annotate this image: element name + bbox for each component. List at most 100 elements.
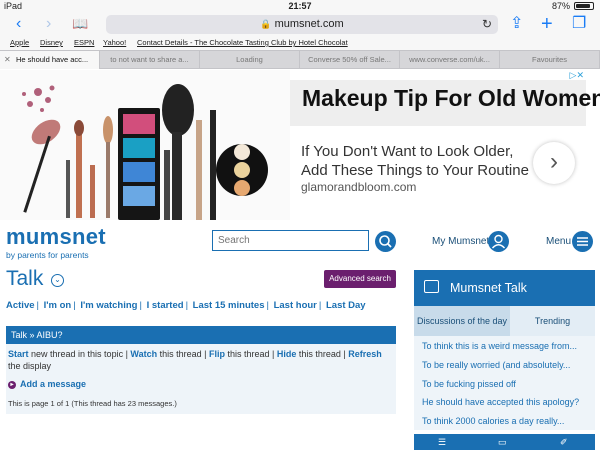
tab-active[interactable]: ✕ He should have acc... (0, 51, 100, 69)
bookmarks-icon[interactable]: 📖 (72, 15, 88, 33)
filter-started[interactable]: I started (147, 300, 184, 311)
sidebar-tabs: Discussions of the day Trending (414, 306, 595, 336)
status-right: 87% (552, 1, 594, 11)
battery-icon (574, 2, 594, 10)
tab-bar: ✕ He should have acc... to not want to s… (0, 50, 600, 69)
separator: | (185, 300, 189, 311)
ad-domain[interactable]: glamorandbloom.com (301, 180, 416, 194)
search-button[interactable] (375, 231, 396, 252)
refresh-text: the display (8, 361, 52, 371)
filter-15-min[interactable]: Last 15 minutes (193, 300, 265, 311)
search-icon (379, 235, 392, 248)
refresh-link[interactable]: Refresh (348, 349, 382, 359)
bookmark-chocolate[interactable]: Contact Details - The Chocolate Tasting … (137, 38, 348, 47)
bookmark-apple[interactable]: Apple (10, 38, 29, 47)
sidebar-list: To think this is a weird message from...… (414, 336, 595, 430)
speech-bubble-icon (424, 280, 439, 293)
list-item[interactable]: To be really worried (and absolutely... (422, 361, 587, 370)
url-text: mumsnet.com (274, 18, 344, 30)
start-thread-link[interactable]: Start (8, 349, 29, 359)
sidebar-header: Mumsnet Talk (414, 270, 595, 306)
share-icon[interactable]: ⇪ (510, 15, 523, 33)
list-item[interactable]: To think 2000 calories a day really... (422, 417, 587, 426)
chevron-down-icon[interactable]: ⌄ (51, 274, 64, 287)
watch-thread-link[interactable]: Watch (130, 349, 157, 359)
thread-controls: Start new thread in this topic | Watch t… (6, 344, 396, 414)
sidebar-title: Mumsnet Talk (450, 281, 527, 295)
battery-fill (576, 4, 590, 8)
separator: | (139, 300, 142, 311)
list-icon[interactable]: ☰ (438, 437, 446, 448)
close-tab-icon[interactable]: ✕ (4, 51, 11, 69)
lock-icon: 🔒 (260, 19, 272, 29)
separator: | (36, 300, 39, 311)
logo-text: mumsnet (6, 224, 106, 249)
filter-last-hour[interactable]: Last hour (274, 300, 317, 311)
battery-percent: 87% (551, 1, 570, 11)
makeup-image (0, 70, 290, 220)
hamburger-icon (577, 237, 588, 246)
hide-thread-link[interactable]: Hide (277, 349, 297, 359)
tab-trending[interactable]: Trending (510, 306, 595, 336)
address-bar[interactable]: 🔒 mumsnet.com ↻ (106, 15, 498, 34)
bookmark-yahoo[interactable]: Yahoo! (103, 38, 126, 47)
user-avatar-button[interactable] (488, 231, 509, 252)
logo-tagline: by parents for parents (6, 250, 89, 260)
page-title: Talk (6, 267, 44, 290)
filter-im-on[interactable]: I'm on (44, 300, 72, 311)
tab-2[interactable]: to not want to share a... (100, 51, 200, 69)
menu-link[interactable]: Menu (546, 236, 571, 247)
list-item[interactable]: To think this is a weird message from... (422, 342, 587, 351)
clock: 21:57 (288, 1, 312, 11)
ad-body[interactable]: If You Don't Want to Look Older, Add The… (301, 142, 531, 180)
add-message-link[interactable]: ▸ Add a message (8, 379, 86, 389)
chat-icon[interactable]: ▭ (498, 437, 507, 448)
my-mumsnet-link[interactable]: My Mumsnet (432, 236, 489, 247)
back-icon[interactable]: ‹ (16, 15, 21, 33)
bookmark-disney[interactable]: Disney (40, 38, 63, 47)
tab-4[interactable]: Converse 50% off Sale... (300, 51, 400, 69)
chevron-right-icon[interactable]: › (533, 142, 575, 184)
search-input[interactable] (212, 230, 369, 251)
thread-actions: Start new thread in this topic | Watch t… (8, 348, 396, 372)
forward-icon[interactable]: › (46, 15, 51, 33)
start-text: new thread in this topic | (28, 349, 131, 359)
list-item[interactable]: He should have accepted this apology? (422, 398, 587, 407)
separator: | (73, 300, 76, 311)
hide-text: this thread | (296, 349, 349, 359)
site-logo[interactable]: mumsnet by parents for parents (6, 224, 106, 261)
bookmarks-bar: Apple Disney ESPN Yahoo! Contact Details… (0, 36, 600, 50)
user-icon (491, 234, 506, 249)
flip-thread-link[interactable]: Flip (209, 349, 225, 359)
flip-text: this thread | (224, 349, 277, 359)
ad-title[interactable]: Makeup Tip For Old Women (302, 85, 600, 112)
thread-filters: Active | I'm on | I'm watching | I started |… (6, 300, 366, 311)
tabs-icon[interactable]: ❐ (572, 15, 586, 33)
sidebar-bottom-bar: ☰ ▭ ✐ (414, 434, 595, 450)
add-message-label: Add a message (20, 379, 87, 389)
tab-6[interactable]: Favourites (500, 51, 600, 69)
list-item[interactable]: To be fucking pissed off (422, 380, 587, 389)
filter-last-day[interactable]: Last Day (326, 300, 366, 311)
status-bar: iPad 21:57 87% (0, 0, 600, 13)
browser-toolbar: ‹ › 📖 🔒 mumsnet.com ↻ ⇪ + ❐ (0, 13, 600, 36)
tab-5[interactable]: www.converse.com/uk... (400, 51, 500, 69)
tab-3[interactable]: Loading (200, 51, 300, 69)
bookmark-espn[interactable]: ESPN (74, 38, 94, 47)
menu-button[interactable] (572, 231, 593, 252)
filter-active[interactable]: Active (6, 300, 35, 311)
breadcrumb[interactable]: Talk » AIBU? (6, 326, 396, 344)
adchoices-icon[interactable]: ▷✕ (570, 70, 584, 81)
watch-text: this thread | (157, 349, 209, 359)
reload-icon[interactable]: ↻ (482, 15, 492, 34)
filter-watching[interactable]: I'm watching (80, 300, 137, 311)
tab-discussions[interactable]: Discussions of the day (414, 306, 510, 336)
page-info: This is page 1 of 1 (This thread has 23 … (8, 399, 177, 408)
new-tab-icon[interactable]: + (541, 14, 553, 34)
separator: | (318, 300, 322, 311)
arrow-right-icon: ▸ (8, 380, 16, 389)
advertisement[interactable]: Makeup Tip For Old Women If You Don't Wa… (0, 70, 600, 222)
pin-icon[interactable]: ✐ (560, 437, 568, 448)
advanced-search-button[interactable]: Advanced search (324, 270, 396, 288)
separator: | (266, 300, 269, 311)
